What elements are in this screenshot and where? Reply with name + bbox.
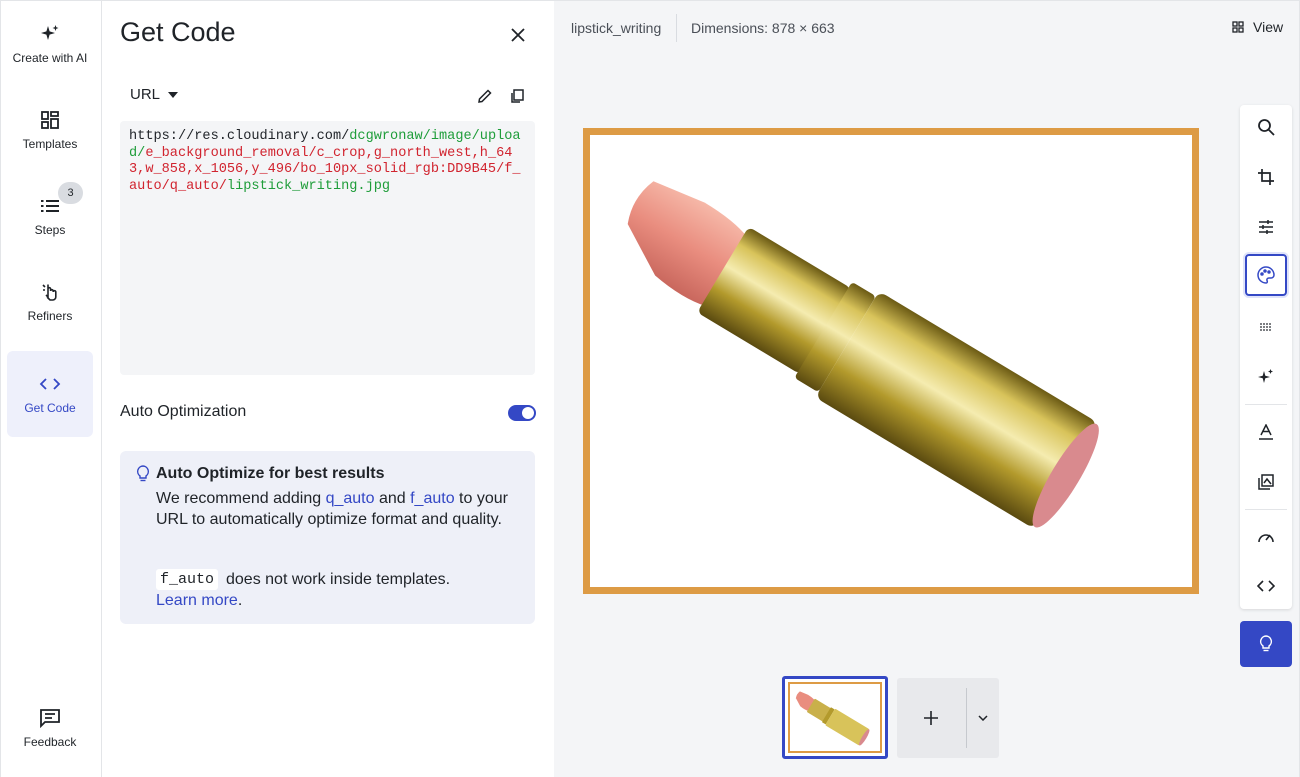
toolbar-divider <box>1245 509 1287 510</box>
auto-optimization-label: Auto Optimization <box>120 403 247 420</box>
tool-layers[interactable] <box>1245 461 1287 503</box>
copy-button[interactable] <box>508 87 526 105</box>
nav-label: Create with AI <box>12 51 88 65</box>
copy-icon <box>511 89 524 103</box>
caret-down-icon <box>168 91 179 98</box>
tool-code[interactable] <box>1245 565 1287 607</box>
lipstick-thumbnail-image <box>795 691 870 746</box>
format-select[interactable]: URL <box>130 86 179 103</box>
tool-optimize[interactable] <box>1245 516 1287 558</box>
auto-optimization-toggle[interactable] <box>508 405 536 421</box>
tip-period: . <box>237 592 243 609</box>
main-canvas-area: lipstick_writing Dimensions: 878 × 663 V… <box>554 0 1300 777</box>
tip-box: Auto Optimize for best results We recomm… <box>120 451 535 624</box>
list-icon <box>39 195 61 217</box>
text-icon <box>1259 424 1273 440</box>
view-label: View <box>1253 19 1284 35</box>
nav-templates[interactable]: Templates <box>7 87 93 173</box>
image-thumbnail[interactable] <box>782 676 888 759</box>
nav-get-code[interactable]: Get Code <box>7 351 93 437</box>
image-dimensions: Dimensions: 878 × 663 <box>691 20 835 36</box>
tool-adjust[interactable] <box>1245 206 1287 248</box>
nav-steps[interactable]: 3 Steps <box>7 173 93 259</box>
tip-text: and <box>374 490 411 507</box>
nav-label: Get Code <box>24 401 76 415</box>
lightbulb-icon <box>1259 635 1273 652</box>
tool-effects[interactable] <box>1245 306 1287 348</box>
add-variant-button[interactable] <box>897 678 965 758</box>
f-auto-code: f_auto <box>156 569 219 590</box>
search-icon <box>1258 119 1275 136</box>
pointer-icon <box>39 281 61 303</box>
pencil-icon <box>478 89 492 103</box>
lipstick-image <box>627 181 1099 528</box>
view-button[interactable]: View <box>1232 19 1283 35</box>
lightbulb-icon <box>136 465 150 483</box>
nav-create-with-ai[interactable]: Create with AI <box>7 1 93 87</box>
divider <box>676 14 677 42</box>
get-code-panel: Get Code URL https://res.cloudinary.com/… <box>102 0 554 777</box>
hint-button[interactable] <box>1240 621 1292 667</box>
f-auto-link[interactable]: f_auto <box>410 490 454 507</box>
nav-label: Refiners <box>27 309 73 323</box>
grid-icon <box>1232 21 1244 33</box>
dots-icon <box>1260 323 1271 331</box>
tip-note: does not work inside templates. <box>226 571 451 588</box>
thumbnail-preview <box>788 682 882 753</box>
code-cloud: dcgwronaw/image/ <box>349 129 480 144</box>
tool-ai[interactable] <box>1245 356 1287 398</box>
format-select-value: URL <box>130 86 161 103</box>
code-base: https://res.cloudinary.com/ <box>129 129 350 144</box>
left-nav: Create with AI Templates 3 Steps Refiner… <box>0 0 102 777</box>
code-file: lipstick_writing.jpg <box>226 178 391 194</box>
add-variant-group <box>897 678 999 758</box>
nav-refiners[interactable]: Refiners <box>7 259 93 345</box>
code-icon <box>1257 580 1275 592</box>
add-variant-dropdown[interactable] <box>967 678 999 758</box>
close-button[interactable] <box>506 23 530 47</box>
tool-color[interactable] <box>1245 254 1287 296</box>
nav-feedback[interactable]: Feedback <box>7 685 93 771</box>
toolbar-divider <box>1245 404 1287 405</box>
learn-more-link[interactable]: Learn more <box>156 592 238 609</box>
palette-icon <box>1257 266 1275 284</box>
chevron-down-icon <box>978 715 988 721</box>
close-icon <box>511 28 525 42</box>
tip-body: We recommend adding q_auto and f_auto to… <box>156 489 516 530</box>
tip-text: We recommend adding <box>156 490 326 507</box>
layers-icon <box>1258 474 1274 490</box>
tool-toolbar <box>1240 105 1292 609</box>
nav-label: Templates <box>22 137 78 151</box>
code-url-box[interactable]: https://res.cloudinary.com/dcgwronaw/ima… <box>120 121 535 375</box>
nav-label: Feedback <box>23 735 77 749</box>
sliders-icon <box>1259 220 1273 234</box>
plus-icon <box>924 711 938 725</box>
panel-title: Get Code <box>120 17 236 47</box>
crop-icon <box>1258 169 1274 185</box>
image-preview[interactable] <box>583 128 1199 594</box>
steps-count-badge: 3 <box>58 182 83 204</box>
learn-more-line: Learn more. <box>156 592 242 610</box>
feedback-icon <box>39 707 61 729</box>
sparkle-icon <box>39 23 61 45</box>
file-name: lipstick_writing <box>571 20 662 36</box>
nav-label: Steps <box>34 223 66 237</box>
tool-crop[interactable] <box>1245 156 1287 198</box>
sparkle-icon <box>1258 369 1273 383</box>
code-icon <box>39 373 61 395</box>
edit-button[interactable] <box>476 87 494 105</box>
tool-search[interactable] <box>1245 106 1287 148</box>
q-auto-link[interactable]: q_auto <box>326 490 375 507</box>
gauge-icon <box>1258 534 1274 543</box>
tool-text[interactable] <box>1245 411 1287 453</box>
tip-title: Auto Optimize for best results <box>156 465 385 482</box>
grid-icon <box>39 109 61 131</box>
